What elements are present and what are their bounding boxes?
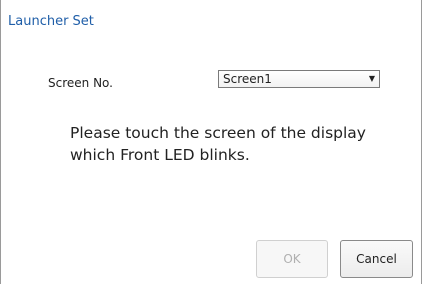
screen-no-label: Screen No. bbox=[48, 76, 113, 90]
instruction-line-1: Please touch the screen of the display bbox=[70, 124, 366, 142]
dialog-right-border bbox=[421, 0, 422, 284]
screen-no-select[interactable]: Screen1 ▼ bbox=[218, 70, 380, 88]
cancel-button[interactable]: Cancel bbox=[340, 240, 413, 278]
launcher-set-dialog: Launcher Set Screen No. Screen1 ▼ Please… bbox=[0, 0, 424, 284]
instruction-message: Please touch the screen of the display w… bbox=[70, 122, 390, 166]
dialog-title: Launcher Set bbox=[8, 14, 94, 29]
dialog-left-border bbox=[0, 0, 1, 284]
instruction-line-2: which Front LED blinks. bbox=[70, 146, 250, 164]
screen-no-selected-value: Screen1 bbox=[223, 72, 272, 86]
ok-button[interactable]: OK bbox=[256, 240, 328, 278]
dropdown-arrow-icon: ▼ bbox=[368, 74, 375, 83]
